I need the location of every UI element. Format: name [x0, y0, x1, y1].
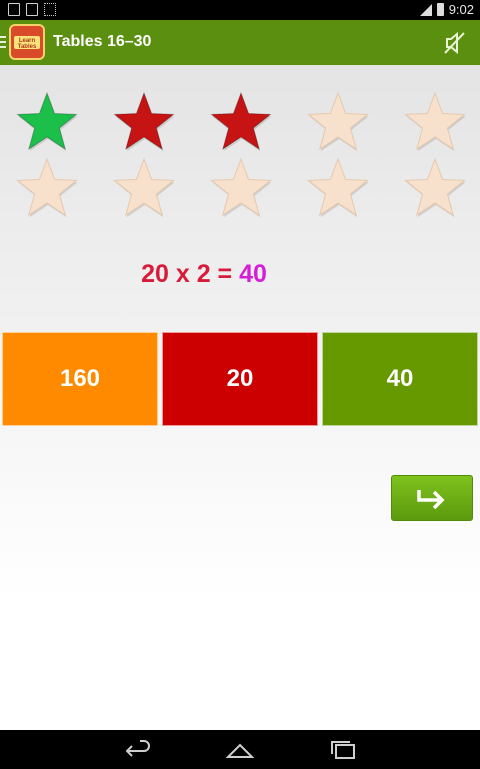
star-icon-empty [307, 157, 369, 218]
quiz-area: 20 x 2 = 40 160 20 40 [0, 65, 480, 730]
option-label: 40 [386, 365, 414, 392]
notification-icons [8, 3, 56, 16]
option-label: 160 [59, 365, 101, 392]
download-notification-icon [26, 3, 38, 16]
drawer-indicator-icon[interactable] [0, 36, 6, 48]
next-button[interactable] [391, 475, 473, 521]
star-icon-wrong [210, 91, 272, 152]
barcode-notification-icon [44, 3, 56, 16]
action-bar: Learn Tables Tables 16–30 [0, 20, 480, 65]
answer-options: 160 20 40 [2, 332, 478, 426]
question: 20 x 2 = 40 [0, 260, 408, 289]
score-stars [14, 91, 470, 219]
option-label: 20 [226, 365, 254, 392]
home-icon[interactable] [225, 739, 255, 761]
star-icon-empty [307, 91, 369, 152]
wifi-signal-icon [419, 3, 432, 16]
question-expression: 20 x 2 = [141, 260, 240, 288]
option-button-2[interactable]: 20 [162, 332, 318, 426]
star-icon-correct [16, 91, 78, 152]
app-logo[interactable]: Learn Tables [9, 24, 45, 60]
star-icon-empty [210, 157, 272, 218]
sound-off-icon[interactable] [442, 30, 468, 56]
recents-icon[interactable] [328, 739, 358, 761]
star-icon-empty [16, 157, 78, 218]
forward-arrow-icon [417, 490, 445, 510]
status-bar: 9:02 [0, 0, 480, 20]
star-icon-empty [404, 91, 466, 152]
battery-icon [436, 3, 444, 16]
navigation-bar [0, 730, 480, 769]
status-time: 9:02 [448, 2, 474, 17]
star-icon-empty [113, 157, 175, 218]
star-icon-empty [404, 157, 466, 218]
option-button-1[interactable]: 160 [2, 332, 158, 426]
question-answer: 40 [239, 260, 267, 288]
gallery-notification-icon [8, 3, 20, 16]
star-icon-wrong [113, 91, 175, 152]
option-button-3[interactable]: 40 [322, 332, 478, 426]
back-icon[interactable] [122, 739, 152, 761]
page-title: Tables 16–30 [53, 33, 152, 50]
logo-text: Learn Tables [17, 38, 37, 50]
